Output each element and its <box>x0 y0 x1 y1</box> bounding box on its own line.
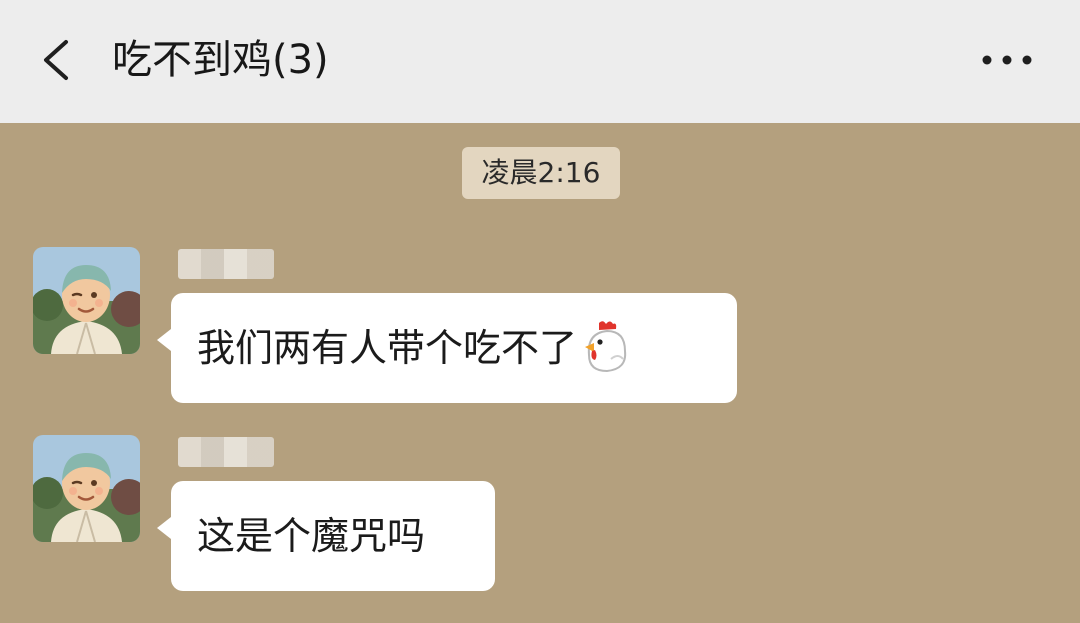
sender-name-blurred <box>178 249 274 279</box>
avatar[interactable] <box>33 435 140 542</box>
sender-name-blurred <box>178 437 274 467</box>
chat-area[interactable]: 凌晨2:16 我们两有人带个吃不了 这是个魔咒吗 <box>0 123 1080 623</box>
message-bubble[interactable]: 我们两有人带个吃不了 <box>157 293 737 403</box>
more-options-button[interactable] <box>970 36 1040 84</box>
message-bubble[interactable]: 这是个魔咒吗 <box>157 481 495 591</box>
avatar-image <box>33 435 140 542</box>
message-timestamp: 凌晨2:16 <box>462 147 620 199</box>
avatar-image <box>33 247 140 354</box>
chat-header: 吃不到鸡(3) <box>0 0 1080 123</box>
message-row: 这是个魔咒吗 <box>0 435 1080 595</box>
message-text: 我们两有人带个吃不了 <box>197 326 578 370</box>
back-button[interactable] <box>28 30 84 90</box>
chevron-left-icon <box>44 40 68 80</box>
message-row: 我们两有人带个吃不了 <box>0 247 1080 407</box>
chicken-emoji-icon <box>581 319 631 375</box>
message-text: 这是个魔咒吗 <box>197 514 426 558</box>
avatar[interactable] <box>33 247 140 354</box>
chat-title: 吃不到鸡(3) <box>112 37 329 83</box>
more-dots-icon <box>982 55 1032 65</box>
